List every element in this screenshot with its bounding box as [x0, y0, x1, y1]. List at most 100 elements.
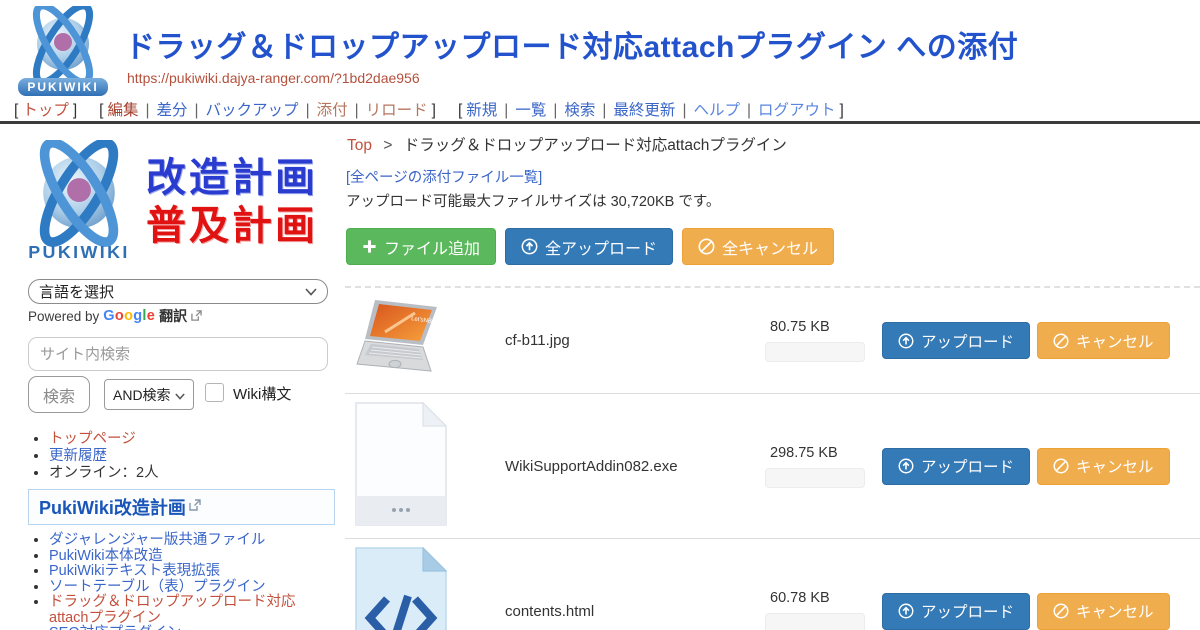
- sidebar-logo-text: 改造計画 普及計画: [146, 154, 318, 250]
- powered-by-text: Powered by: [28, 309, 99, 324]
- language-select[interactable]: 言語を選択: [28, 279, 328, 304]
- google-translate-attribution: Powered by Google 翻訳: [28, 306, 202, 326]
- all-attachments-link[interactable]: [全ページの添付ファイル一覧]: [346, 166, 542, 187]
- file-upload-list: Let'sNB cf-b11.jpg 80.75 KB アップロード: [345, 286, 1200, 630]
- logo-brand-text: PUKIWIKI: [27, 80, 98, 94]
- upload-progress-bar: [765, 468, 865, 488]
- nav-item-new[interactable]: 新規: [466, 102, 497, 119]
- nav-bracket: ]: [432, 102, 436, 119]
- language-select-value: 言語を選択: [39, 281, 114, 302]
- breadcrumb-home-link[interactable]: Top: [347, 137, 372, 154]
- chevron-down-icon: [175, 387, 185, 403]
- upload-circle-icon: [898, 603, 914, 619]
- list-item: ダジャレンジャー版共通ファイル: [49, 533, 332, 549]
- ban-circle-icon: [1053, 603, 1069, 619]
- upload-button[interactable]: アップロード: [882, 593, 1030, 630]
- file-row-actions: アップロード キャンセル: [882, 448, 1170, 485]
- search-mode-value: AND検索: [113, 385, 171, 405]
- cancel-button[interactable]: キャンセル: [1037, 593, 1170, 630]
- nav-item-help[interactable]: ヘルプ: [693, 102, 740, 119]
- ban-circle-icon: [1053, 458, 1069, 474]
- sidebar-logo[interactable]: PUKIWIKI 改造計画 普及計画: [18, 138, 340, 266]
- nav-item-reload[interactable]: リロード: [366, 102, 428, 119]
- sidebar-link-common-files[interactable]: ダジャレンジャー版共通ファイル: [49, 532, 265, 548]
- nav-item-top[interactable]: トップ: [22, 102, 69, 119]
- atom-icon: PUKIWIKI: [18, 140, 140, 264]
- nav-item-list[interactable]: 一覧: [515, 102, 546, 119]
- sidebar-plugin-links: ダジャレンジャー版共通ファイル PukiWiki本体改造 PukiWikiテキス…: [32, 533, 332, 630]
- sidebar-link-history[interactable]: 更新履歴: [49, 448, 107, 464]
- file-row: WikiSupportAddin082.exe 298.75 KB アップロード…: [345, 394, 1200, 539]
- logo-fukyuu-text: 普及計画: [146, 202, 318, 250]
- site-logo[interactable]: PUKIWIKI: [12, 6, 114, 100]
- list-item: PukiWiki本体改造: [49, 549, 332, 565]
- nav-item-backup[interactable]: バックアップ: [206, 102, 299, 119]
- sidebar-quick-links: トップページ 更新履歴 オンライン：2人: [32, 431, 332, 482]
- nav-bracket: ]: [73, 102, 77, 119]
- max-upload-size-text: アップロード可能最大ファイルサイズは 30,720KB です。: [346, 190, 720, 211]
- nav-item-attach[interactable]: 添付: [317, 102, 348, 119]
- upload-progress-bar: [765, 613, 865, 630]
- translate-link[interactable]: 翻訳: [159, 306, 187, 326]
- nav-item-diff[interactable]: 差分: [157, 102, 188, 119]
- sidebar-link-text-ext[interactable]: PukiWikiテキスト表現拡張: [49, 563, 220, 579]
- nav-item-logout[interactable]: ログアウト: [758, 102, 836, 119]
- breadcrumb: Top > ドラッグ＆ドロップアップロード対応attachプラグイン: [347, 133, 787, 155]
- ban-circle-icon: [698, 238, 715, 255]
- sidebar-link-toppage[interactable]: トップページ: [49, 431, 136, 447]
- file-name: contents.html: [505, 603, 765, 620]
- sidebar-link-dnd-attach[interactable]: ドラッグ＆ドロップアップロード対応attachプラグイン: [49, 594, 296, 626]
- upload-circle-icon: [898, 333, 914, 349]
- search-button[interactable]: 検索: [28, 376, 90, 413]
- upload-button[interactable]: アップロード: [882, 322, 1030, 359]
- external-link-icon: [189, 498, 201, 516]
- list-item: PukiWikiテキスト表現拡張: [49, 564, 332, 580]
- search-mode-select[interactable]: AND検索: [104, 379, 194, 410]
- add-file-button[interactable]: ファイル追加: [346, 228, 496, 265]
- sidebar-link-sort-table[interactable]: ソートテーブル（表）プラグイン: [49, 579, 266, 595]
- page-url-link[interactable]: https://pukiwiki.dajya-ranger.com/?1bd2d…: [127, 70, 420, 86]
- nav-item-recent[interactable]: 最終更新: [613, 102, 675, 119]
- file-size-column: 60.78 KB: [765, 590, 882, 630]
- logo-kaizou-text: 改造計画: [146, 154, 318, 202]
- file-size: 298.75 KB: [765, 445, 882, 461]
- online-count-text: オンライン：2人: [49, 465, 159, 481]
- sidebar-link-seo[interactable]: SEO対応プラグイン: [49, 625, 181, 630]
- upload-actions-toolbar: ファイル追加 全アップロード 全キャンセル: [346, 228, 834, 265]
- section-title: PukiWiki改造計画: [39, 494, 186, 520]
- file-name: cf-b11.jpg: [505, 332, 765, 349]
- ban-circle-icon: [1053, 333, 1069, 349]
- upload-button[interactable]: アップロード: [882, 448, 1030, 485]
- wiki-syntax-checkbox[interactable]: [205, 383, 224, 402]
- top-navigation: [トップ][編集|差分|バックアップ|添付|リロード][新規|一覧|検索|最終更…: [10, 98, 848, 120]
- atom-icon: PUKIWIKI: [12, 6, 114, 100]
- list-item: 更新履歴: [49, 448, 332, 465]
- breadcrumb-separator: >: [383, 137, 392, 154]
- nav-item-search[interactable]: 検索: [564, 102, 595, 119]
- file-row: Let'sNB cf-b11.jpg 80.75 KB アップロード: [345, 288, 1200, 394]
- breadcrumb-current: ドラッグ＆ドロップアップロード対応attachプラグイン: [404, 137, 787, 154]
- cancel-all-button[interactable]: 全キャンセル: [682, 228, 834, 265]
- chevron-down-icon: [305, 283, 317, 300]
- generic-file-icon: [355, 402, 505, 531]
- nav-bracket: [: [99, 102, 103, 119]
- nav-item-edit[interactable]: 編集: [107, 102, 138, 119]
- header-divider: [0, 121, 1200, 124]
- html-file-icon: [355, 547, 505, 630]
- list-item: ドラッグ＆ドロップアップロード対応attachプラグイン: [49, 595, 332, 626]
- cancel-button[interactable]: キャンセル: [1037, 322, 1170, 359]
- cancel-button[interactable]: キャンセル: [1037, 448, 1170, 485]
- upload-all-button[interactable]: 全アップロード: [505, 228, 673, 265]
- logo-brand-text: PUKIWIKI: [28, 242, 130, 262]
- file-size-column: 80.75 KB: [765, 319, 882, 362]
- file-size-column: 298.75 KB: [765, 445, 882, 488]
- upload-circle-icon: [898, 458, 914, 474]
- site-search-input[interactable]: [28, 337, 328, 371]
- nav-bracket: [: [14, 102, 18, 119]
- upload-circle-icon: [521, 238, 538, 255]
- sidebar-section-header[interactable]: PukiWiki改造計画: [28, 489, 335, 525]
- file-row-actions: アップロード キャンセル: [882, 593, 1170, 630]
- plus-icon: [362, 239, 377, 254]
- sidebar-link-core-mod[interactable]: PukiWiki本体改造: [49, 548, 163, 564]
- file-row-actions: アップロード キャンセル: [882, 322, 1170, 359]
